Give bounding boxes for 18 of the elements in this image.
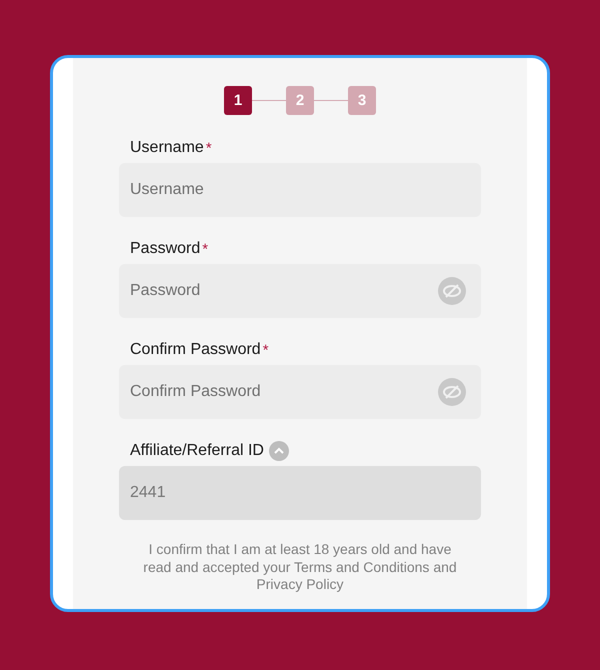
input-field[interactable]: Confirm Password (119, 365, 481, 419)
step-indicator: 1 (224, 86, 252, 115)
step-indicator: 3 (348, 86, 376, 115)
terms-text: I confirm that I am at least 18 years old and have read and accepted your Terms and Conditions and Privacy Policy (142, 541, 458, 594)
required-mark: * (202, 240, 208, 258)
step-indicator: 2 (286, 86, 314, 115)
step-connector (252, 100, 286, 101)
field-label: Confirm Password (130, 341, 261, 359)
field-label: Affiliate/Referral ID (130, 442, 264, 460)
hidden-eye-icon[interactable] (438, 378, 466, 406)
hidden-eye-icon[interactable] (438, 277, 466, 305)
step-connector (314, 100, 348, 101)
required-mark: * (206, 140, 212, 156)
field-label: Password (130, 240, 200, 258)
input-field[interactable]: Password (119, 264, 481, 318)
required-mark: * (262, 342, 269, 358)
field-label: Username (130, 139, 204, 157)
input-field[interactable]: Username (119, 163, 481, 217)
